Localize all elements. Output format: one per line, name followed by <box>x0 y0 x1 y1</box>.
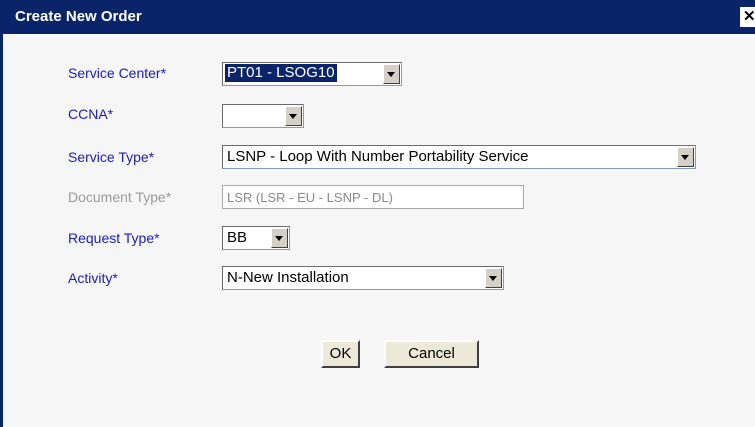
service-center-label: Service Center* <box>68 65 167 81</box>
activity-label: Activity* <box>68 270 118 286</box>
ccna-select[interactable] <box>222 104 304 128</box>
document-type-field <box>222 185 524 209</box>
service-center-select[interactable]: PT01 - LSOG10 <box>222 62 402 86</box>
request-type-value: BB <box>227 229 248 246</box>
create-new-order-dialog: Create New Order ✕ Service Center* PT01 … <box>0 0 755 427</box>
service-type-select[interactable]: LSNP - Loop With Number Portability Serv… <box>222 145 696 169</box>
document-type-label: Document Type* <box>68 189 172 205</box>
chevron-down-icon[interactable] <box>485 268 502 288</box>
chevron-down-icon[interactable] <box>677 147 694 167</box>
service-type-value: LSNP - Loop With Number Portability Serv… <box>227 148 529 165</box>
request-type-label: Request Type* <box>68 230 160 246</box>
ok-button[interactable]: OK <box>321 340 360 368</box>
activity-select[interactable]: N-New Installation <box>222 266 504 290</box>
dialog-titlebar: Create New Order ✕ <box>3 0 755 34</box>
ccna-label: CCNA* <box>68 106 114 122</box>
chevron-down-icon[interactable] <box>271 228 288 248</box>
chevron-down-icon[interactable] <box>383 64 400 84</box>
cancel-button[interactable]: Cancel <box>384 340 479 368</box>
service-center-value: PT01 - LSOG10 <box>224 63 338 83</box>
chevron-down-icon[interactable] <box>285 106 302 126</box>
service-type-label: Service Type* <box>68 149 155 165</box>
dialog-title: Create New Order <box>15 8 142 25</box>
activity-value: N-New Installation <box>227 269 349 286</box>
request-type-select[interactable]: BB <box>222 226 290 250</box>
close-icon[interactable]: ✕ <box>740 7 755 27</box>
